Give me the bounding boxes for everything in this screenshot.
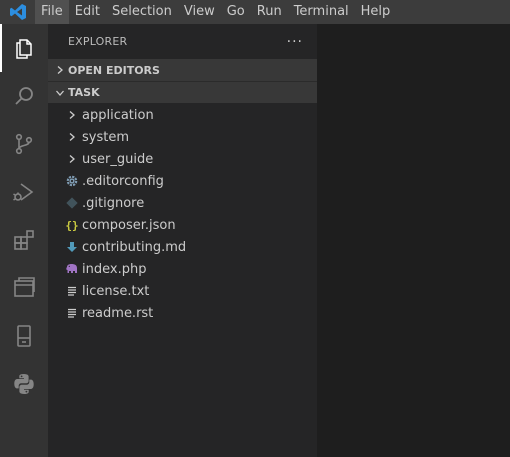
svg-text:{}: {} [65, 219, 78, 232]
tree-item-file[interactable]: readme.rst [48, 302, 317, 324]
sidebar-header: EXPLORER ··· [48, 24, 317, 59]
chevron-right-icon [62, 148, 82, 170]
section-label: OPEN EDITORS [68, 63, 160, 77]
explorer-icon[interactable] [0, 24, 48, 72]
gear-icon [62, 170, 82, 192]
python-icon[interactable] [0, 360, 48, 408]
tree-item-label: composer.json [82, 217, 176, 233]
menu-edit[interactable]: Edit [69, 0, 106, 24]
section-label: TASK [68, 86, 100, 99]
menu-run[interactable]: Run [251, 0, 288, 24]
search-icon[interactable] [0, 72, 48, 120]
remote-explorer-icon[interactable] [0, 264, 48, 312]
text-lines-icon [62, 302, 82, 324]
tree-item-label: license.txt [82, 283, 150, 299]
menu-view[interactable]: View [178, 0, 221, 24]
source-control-icon[interactable] [0, 120, 48, 168]
menu-terminal[interactable]: Terminal [288, 0, 355, 24]
activity-bar [0, 24, 48, 457]
tree-item-folder[interactable]: user_guide [48, 148, 317, 170]
more-actions-icon[interactable]: ··· [287, 34, 303, 50]
tree-item-file[interactable]: contributing.md [48, 236, 317, 258]
tree-item-file[interactable]: {} composer.json [48, 214, 317, 236]
php-elephant-icon [62, 258, 82, 280]
chevron-down-icon [52, 88, 68, 98]
text-lines-icon [62, 280, 82, 302]
tree-item-file[interactable]: .gitignore [48, 192, 317, 214]
extensions-icon[interactable] [0, 216, 48, 264]
tree-item-label: readme.rst [82, 305, 154, 321]
chevron-right-icon [52, 65, 68, 75]
run-debug-icon[interactable] [0, 168, 48, 216]
tree-item-folder[interactable]: system [48, 126, 317, 148]
git-icon [62, 192, 82, 214]
explorer-sidebar: EXPLORER ··· OPEN EDITORS TASK applicati… [48, 24, 317, 457]
tree-item-label: .editorconfig [82, 173, 164, 189]
section-task-folder[interactable]: TASK [48, 81, 317, 103]
tree-item-label: .gitignore [82, 195, 145, 211]
tree-item-label: contributing.md [82, 239, 187, 255]
tree-item-folder[interactable]: application [48, 104, 317, 126]
markdown-arrow-icon [62, 236, 82, 258]
vscode-logo-icon [0, 0, 35, 24]
file-tree: application system user_guide .editorcon… [48, 103, 317, 324]
tree-item-label: user_guide [82, 151, 154, 167]
menu-bar: File Edit Selection View Go Run Terminal… [0, 0, 510, 24]
tree-item-file[interactable]: index.php [48, 258, 317, 280]
chevron-right-icon [62, 126, 82, 148]
menu-selection[interactable]: Selection [106, 0, 178, 24]
tree-item-label: index.php [82, 261, 147, 277]
section-open-editors[interactable]: OPEN EDITORS [48, 59, 317, 81]
tree-item-label: application [82, 107, 154, 123]
tree-item-label: system [82, 129, 129, 145]
menu-file[interactable]: File [35, 0, 69, 24]
json-braces-icon: {} [62, 214, 82, 236]
device-icon[interactable] [0, 312, 48, 360]
tree-item-file[interactable]: license.txt [48, 280, 317, 302]
chevron-right-icon [62, 104, 82, 126]
editor-area[interactable] [317, 24, 510, 457]
tree-item-file[interactable]: .editorconfig [48, 170, 317, 192]
sidebar-title: EXPLORER [68, 35, 128, 48]
menu-go[interactable]: Go [221, 0, 251, 24]
menu-help[interactable]: Help [355, 0, 397, 24]
